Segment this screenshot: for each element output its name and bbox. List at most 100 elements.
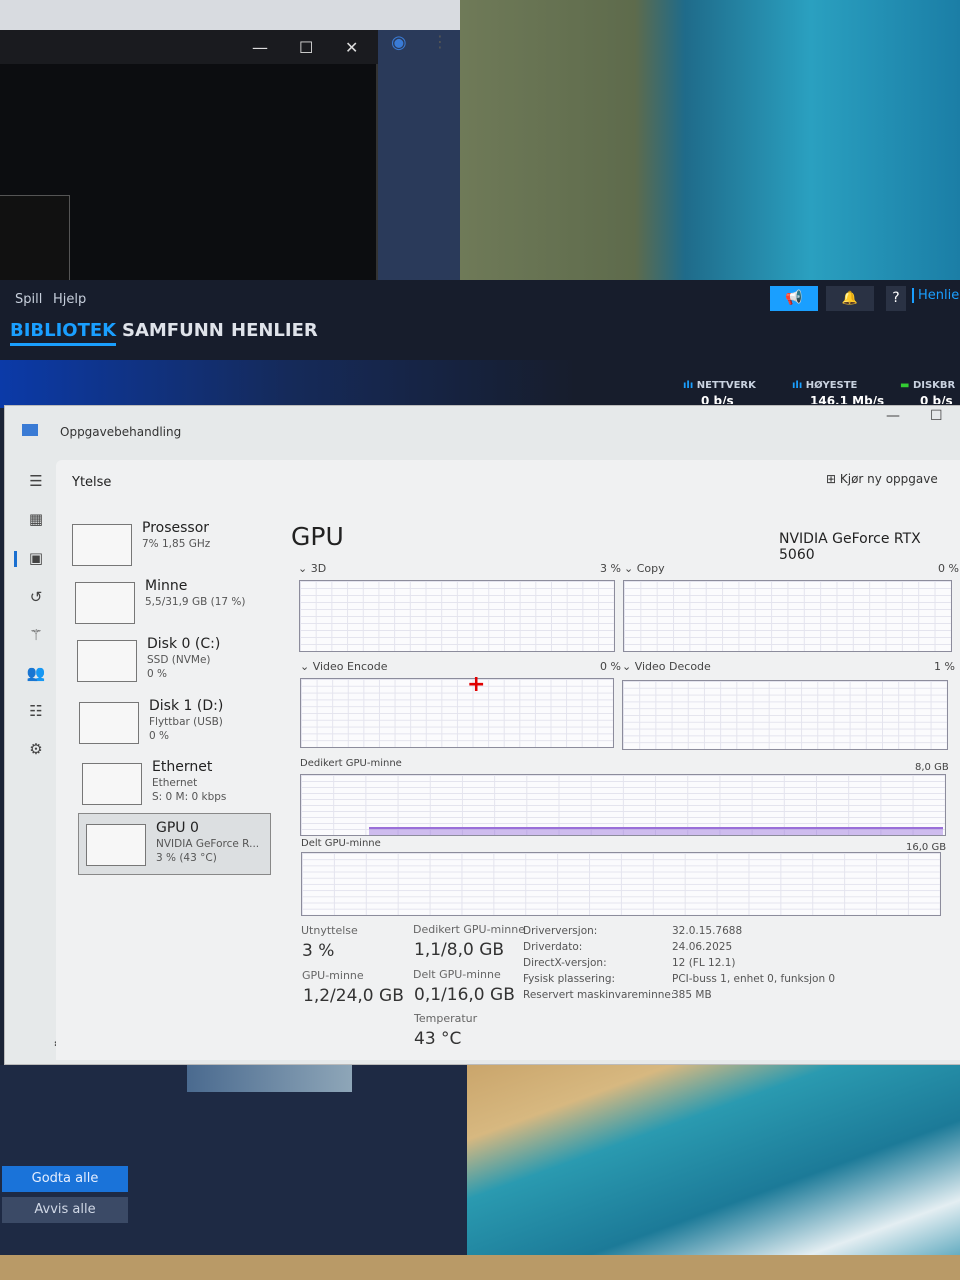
engine-copy-selector[interactable]: ⌄ Copy bbox=[624, 562, 665, 575]
tab-henlier[interactable]: HENLIER bbox=[231, 320, 318, 341]
info-key: Driverdato: bbox=[523, 941, 583, 953]
bar-chart-icon: ılı bbox=[683, 380, 697, 391]
gpu-heading: GPU bbox=[291, 522, 344, 551]
dedicated-value: 1,1/8,0 GB bbox=[414, 940, 505, 960]
gpu-thumbnail bbox=[86, 824, 146, 866]
driver-info-labels: Driverversjon: Driverdato: DirectX-versj… bbox=[523, 923, 674, 1003]
dedicated-memory-label: Dedikert GPU-minne bbox=[300, 758, 402, 769]
item-detail: S: 0 M: 0 kbps bbox=[152, 791, 227, 803]
network-stat: ılı NETTVERK bbox=[683, 380, 756, 391]
item-name: Disk 0 (C:) bbox=[147, 636, 221, 652]
more-menu-icon[interactable]: ⋮ bbox=[432, 32, 448, 51]
browser-sidebar bbox=[378, 30, 460, 285]
stat-label: DISKBR bbox=[912, 380, 956, 391]
crosshair-cursor-icon: + bbox=[467, 672, 486, 697]
menu-spill[interactable]: Spill bbox=[15, 292, 42, 307]
memory-thumbnail bbox=[75, 582, 135, 624]
startup-apps-icon[interactable]: ⚚ bbox=[24, 626, 48, 644]
gpu-model: NVIDIA GeForce RTX 5060 bbox=[779, 531, 921, 563]
help-button[interactable]: ? bbox=[886, 286, 906, 311]
item-name: GPU 0 bbox=[156, 820, 199, 836]
item-detail: Ethernet bbox=[152, 777, 198, 789]
services-icon[interactable]: ⚙ bbox=[24, 740, 48, 758]
bar-chart-icon: ılı bbox=[792, 380, 806, 391]
info-key: Fysisk plassering: bbox=[523, 973, 616, 985]
details-icon[interactable]: ☷ bbox=[24, 702, 48, 720]
announcement-button[interactable]: 📢 bbox=[770, 286, 818, 311]
engine-label: 3D bbox=[310, 562, 327, 575]
performance-icon[interactable]: ▣ bbox=[24, 549, 48, 567]
shared-label: Delt GPU-minne bbox=[413, 968, 501, 981]
tab-samfunn[interactable]: SAMFUNN bbox=[122, 320, 224, 341]
close-icon[interactable]: ✕ bbox=[345, 38, 358, 57]
app-history-icon[interactable]: ↺ bbox=[24, 588, 48, 606]
notifications-button[interactable]: 🔔 bbox=[826, 286, 874, 311]
engine-value: 0 % bbox=[600, 660, 621, 673]
megaphone-icon: 📢 bbox=[785, 290, 803, 306]
profile-icon[interactable]: ◉ bbox=[391, 32, 407, 53]
item-detail: 5,5/31,9 GB (17 %) bbox=[145, 596, 246, 608]
engine-decode-selector[interactable]: ⌄ Video Decode bbox=[622, 660, 711, 673]
minimize-icon[interactable]: — bbox=[886, 408, 900, 424]
engine-encode-selector[interactable]: ⌄ Video Encode bbox=[300, 660, 387, 673]
sidebar-item-gpu0[interactable]: GPU 0 NVIDIA GeForce R... 3 % (43 °C) bbox=[86, 820, 286, 878]
item-detail: 0 % bbox=[149, 730, 169, 742]
sidebar-item-processor[interactable]: Prosessor 7% 1,85 GHz bbox=[72, 520, 272, 578]
sidebar-item-disk0[interactable]: Disk 0 (C:) SSD (NVMe) 0 % bbox=[77, 636, 277, 694]
item-name: Prosessor bbox=[142, 520, 210, 536]
reject-all-button[interactable]: Avvis alle bbox=[2, 1197, 128, 1223]
maximize-icon[interactable]: ☐ bbox=[299, 38, 313, 57]
info-value: PCI-buss 1, enhet 0, funksjon 0 bbox=[672, 973, 836, 985]
desktop-wallpaper bbox=[460, 0, 960, 285]
user-menu[interactable]: Henlier bbox=[912, 288, 960, 303]
temperature-label: Temperatur bbox=[414, 1012, 478, 1025]
window-titlebar bbox=[0, 30, 378, 64]
disk0-thumbnail bbox=[77, 640, 137, 682]
sidebar-item-ethernet[interactable]: Ethernet Ethernet S: 0 M: 0 kbps bbox=[82, 759, 282, 817]
item-detail: 3 % (43 °C) bbox=[156, 852, 217, 864]
engine-label: Copy bbox=[636, 562, 665, 575]
task-manager-icon bbox=[22, 424, 38, 436]
info-key: DirectX-versjon: bbox=[523, 957, 607, 969]
stat-value: 146,1 Mb/s bbox=[810, 394, 885, 404]
graph-video-encode bbox=[300, 678, 614, 748]
gpu-memory-value: 1,2/24,0 GB bbox=[303, 986, 404, 1006]
sidebar-item-memory[interactable]: Minne 5,5/31,9 GB (17 %) bbox=[75, 578, 275, 636]
graph-copy bbox=[623, 580, 952, 652]
accept-all-button[interactable]: Godta alle bbox=[2, 1166, 128, 1192]
bell-icon: 🔔 bbox=[841, 291, 859, 306]
info-value: 385 MB bbox=[672, 989, 712, 1001]
shared-value: 0,1/16,0 GB bbox=[414, 985, 515, 1005]
hamburger-icon[interactable]: ☰ bbox=[24, 472, 48, 490]
gpu-memory-label: GPU-minne bbox=[302, 969, 364, 982]
engine-label: Video Decode bbox=[634, 660, 711, 673]
engine-3d-selector[interactable]: ⌄ 3D bbox=[298, 562, 326, 575]
engine-value: 3 % bbox=[600, 562, 621, 575]
menu-hjelp[interactable]: Hjelp bbox=[53, 292, 86, 307]
item-name: Minne bbox=[145, 578, 188, 594]
tab-bibliotek[interactable]: BIBLIOTEK bbox=[10, 320, 117, 346]
item-detail: 0 % bbox=[147, 668, 167, 680]
item-name: Ethernet bbox=[152, 759, 213, 775]
users-icon[interactable]: 👥 bbox=[24, 664, 48, 682]
info-value: 12 (FL 12.1) bbox=[672, 957, 736, 969]
desktop-wallpaper-beach bbox=[467, 1060, 960, 1280]
processor-thumbnail bbox=[72, 524, 132, 566]
nav-selection-indicator bbox=[14, 551, 17, 567]
shared-memory-label: Delt GPU-minne bbox=[301, 838, 381, 849]
maximize-icon[interactable]: ☐ bbox=[930, 408, 943, 424]
graph-dedicated-memory bbox=[300, 774, 946, 836]
dedicated-label: Dedikert GPU-minne bbox=[413, 923, 526, 936]
stat-value: 0 b/s bbox=[701, 394, 734, 404]
graph-shared-memory bbox=[301, 852, 941, 916]
minimize-icon[interactable]: — bbox=[252, 38, 268, 57]
utilization-label: Utnyttelse bbox=[301, 924, 358, 937]
sidebar-item-disk1[interactable]: Disk 1 (D:) Flyttbar (USB) 0 % bbox=[79, 698, 279, 756]
item-detail: NVIDIA GeForce R... bbox=[156, 838, 260, 850]
disk-stat: ▬ DISKBR bbox=[900, 380, 955, 391]
item-detail: 7% 1,85 GHz bbox=[142, 538, 211, 550]
ethernet-thumbnail bbox=[82, 763, 142, 805]
run-new-task-button[interactable]: ⊞ Kjør ny oppgave bbox=[826, 472, 938, 486]
processes-icon[interactable]: ▦ bbox=[24, 510, 48, 528]
memory-fill bbox=[369, 827, 943, 835]
